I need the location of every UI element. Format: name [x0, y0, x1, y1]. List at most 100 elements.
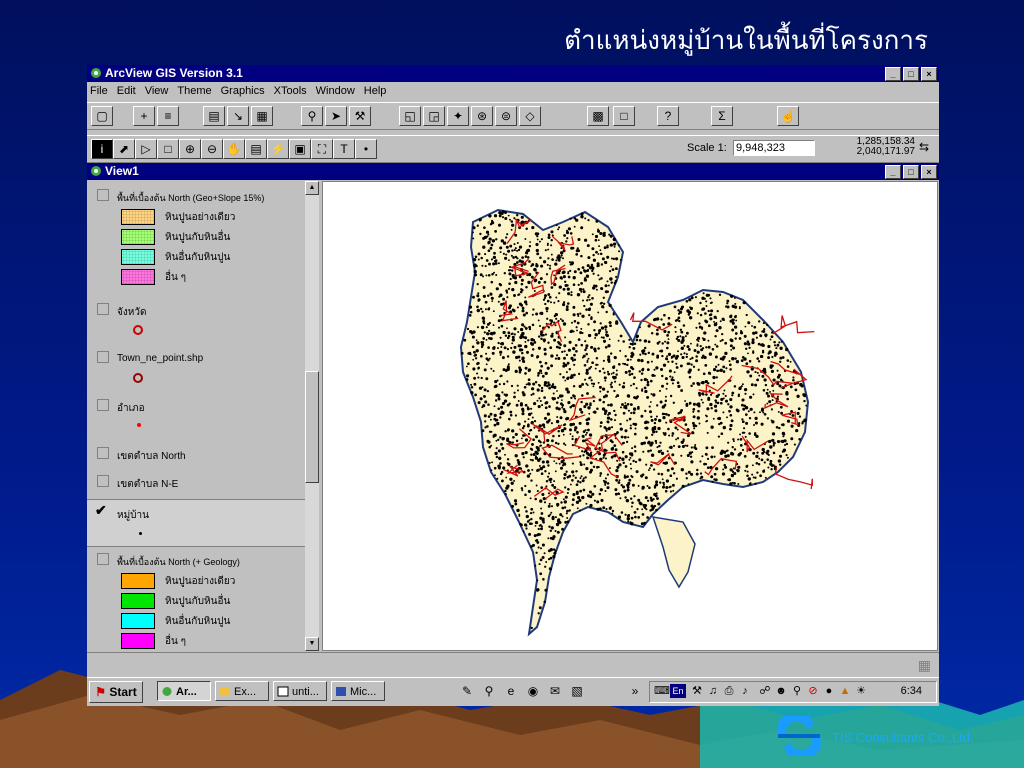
menu-help[interactable]: Help: [361, 83, 393, 101]
select-feature-tool-icon[interactable]: □: [157, 139, 179, 159]
zoom-to-selected-button[interactable]: ✦: [447, 106, 469, 126]
menu-file[interactable]: File: [87, 83, 114, 101]
tray-network-icon[interactable]: ⌨: [654, 684, 670, 698]
quicklaunch-app-icon[interactable]: ▧: [569, 683, 585, 699]
view-close-button[interactable]: ×: [921, 165, 937, 179]
legend-editor-button[interactable]: ▤: [203, 106, 225, 126]
save-project-button[interactable]: ▢: [91, 106, 113, 126]
theme-visibility-checkbox[interactable]: [97, 189, 109, 201]
zoom-in-button[interactable]: ⊛: [471, 106, 493, 126]
hotlink-button[interactable]: ☝: [777, 106, 799, 126]
select-features-button[interactable]: ▩: [587, 106, 609, 126]
taskbar-task-microsoft[interactable]: Mic...: [331, 681, 385, 701]
theme-entry[interactable]: เขตตำบล North: [87, 443, 305, 469]
tray-misc-icon[interactable]: ☀: [854, 684, 868, 698]
theme-entry[interactable]: จังหวัด: [87, 299, 305, 343]
tray-antivirus-icon[interactable]: ☍: [758, 684, 772, 698]
label-tool-icon[interactable]: ⛶: [311, 139, 333, 159]
taskbar-task-untitled[interactable]: unti...: [273, 681, 327, 701]
edit-legend-button[interactable]: ↘: [227, 106, 249, 126]
scroll-down-arrow-icon[interactable]: ▼: [305, 637, 319, 651]
theme-entry[interactable]: พื้นที่เบื้องต้น North (Geo+Slope 15%) ห…: [87, 185, 305, 295]
theme-entry[interactable]: อำเภอ: [87, 395, 305, 439]
tray-tool-icon[interactable]: ⚒: [690, 684, 704, 698]
theme-visibility-checkbox[interactable]: [97, 351, 109, 363]
tray-block-icon[interactable]: ⊘: [806, 684, 820, 698]
query-builder-button[interactable]: ⚒: [349, 106, 371, 126]
area-of-interest-tool-icon[interactable]: ▣: [289, 139, 311, 159]
taskbar-task-arcview[interactable]: Ar...: [157, 681, 211, 701]
theme-visibility-checkbox[interactable]: [97, 447, 109, 459]
menu-view[interactable]: View: [142, 83, 175, 101]
quicklaunch-channels-icon[interactable]: ◉: [525, 683, 541, 699]
tray-globe-icon[interactable]: ●: [822, 684, 836, 698]
tray-hat-icon[interactable]: ▲: [838, 684, 852, 698]
view-maximize-button[interactable]: □: [903, 165, 919, 179]
quicklaunch-browser-icon[interactable]: e: [503, 683, 519, 699]
hotlink-tool-icon[interactable]: ⚡: [267, 139, 289, 159]
identify-tool-icon[interactable]: i: [91, 139, 113, 159]
menu-edit[interactable]: Edit: [114, 83, 142, 101]
view-minimize-button[interactable]: _: [885, 165, 901, 179]
zoom-to-themes-button[interactable]: ◲: [423, 106, 445, 126]
menu-xtools[interactable]: XTools: [271, 83, 313, 101]
measure-tool-icon[interactable]: ▤: [245, 139, 267, 159]
theme-visibility-checkbox[interactable]: [97, 475, 109, 487]
close-button[interactable]: ×: [921, 67, 937, 81]
maximize-button[interactable]: □: [903, 67, 919, 81]
zoom-out-tool-icon[interactable]: ⊖: [201, 139, 223, 159]
village-point: [521, 309, 525, 313]
village-point: [628, 346, 631, 349]
pan-tool-icon[interactable]: ✋: [223, 139, 245, 159]
toc-scrollbar[interactable]: ▲ ▼: [305, 181, 319, 651]
theme-properties-button[interactable]: ≡: [157, 106, 179, 126]
draw-point-tool-icon[interactable]: •: [355, 139, 377, 159]
taskbar-task-explorer[interactable]: Ex...: [215, 681, 269, 701]
menu-window[interactable]: Window: [313, 83, 361, 101]
theme-visibility-checkbox[interactable]: [97, 303, 109, 315]
help-pointer-button[interactable]: ?: [657, 106, 679, 126]
pointer-tool-icon[interactable]: ⬈: [113, 139, 135, 159]
app-titlebar[interactable]: ArcView GIS Version 3.1 _ □ ×: [87, 65, 939, 82]
theme-entry[interactable]: พื้นที่เบื้องต้น North (+ Geology) หินปู…: [87, 549, 305, 651]
theme-entry[interactable]: เขตตำบล N-E: [87, 471, 305, 497]
menu-theme[interactable]: Theme: [174, 83, 217, 101]
tray-search-icon[interactable]: ⚲: [790, 684, 804, 698]
scroll-thumb[interactable]: [305, 371, 319, 483]
open-table-button[interactable]: ▦: [251, 106, 273, 126]
clear-selection-button[interactable]: □: [613, 106, 635, 126]
quicklaunch-desktop-icon[interactable]: ✎: [459, 683, 475, 699]
theme-entry[interactable]: Town_ne_point.shp: [87, 347, 305, 391]
scale-input[interactable]: 9,948,323: [733, 140, 815, 156]
menu-graphics[interactable]: Graphics: [218, 83, 271, 101]
zoom-previous-button[interactable]: ◇: [519, 106, 541, 126]
map-canvas[interactable]: [323, 182, 937, 650]
scroll-up-arrow-icon[interactable]: ▲: [305, 181, 319, 195]
theme-visibility-checkbox[interactable]: [97, 399, 109, 411]
quicklaunch-find-icon[interactable]: ⚲: [481, 683, 497, 699]
theme-visibility-checkbox[interactable]: [97, 553, 109, 565]
quicklaunch-more-icon[interactable]: »: [627, 683, 643, 699]
map-display[interactable]: [322, 181, 938, 651]
village-point: [649, 401, 652, 403]
add-theme-button[interactable]: +: [133, 106, 155, 126]
tray-volume-icon[interactable]: ♫: [706, 684, 720, 698]
start-button[interactable]: ⚑ Start: [89, 681, 143, 703]
text-tool-icon[interactable]: T: [333, 139, 355, 159]
quicklaunch-mail-icon[interactable]: ✉: [547, 683, 563, 699]
locate-address-button[interactable]: ➤: [325, 106, 347, 126]
minimize-button[interactable]: _: [885, 67, 901, 81]
tray-speaker-icon[interactable]: ♪: [738, 684, 752, 698]
tray-printer-icon[interactable]: ⎙: [722, 684, 736, 698]
view-titlebar[interactable]: View1 _ □ ×: [87, 163, 939, 180]
statistics-button[interactable]: Σ: [711, 106, 733, 126]
checkmark-icon[interactable]: ✔: [95, 502, 107, 519]
language-indicator[interactable]: En: [670, 684, 686, 698]
zoom-out-button[interactable]: ⊜: [495, 106, 517, 126]
zoom-full-extent-button[interactable]: ◱: [399, 106, 421, 126]
tray-users-icon[interactable]: ☻: [774, 684, 788, 698]
zoom-in-tool-icon[interactable]: ⊕: [179, 139, 201, 159]
find-button[interactable]: ⚲: [301, 106, 323, 126]
theme-entry-active[interactable]: ✔ หมู่บ้าน: [87, 499, 305, 547]
vertex-edit-tool-icon[interactable]: ▷: [135, 139, 157, 159]
